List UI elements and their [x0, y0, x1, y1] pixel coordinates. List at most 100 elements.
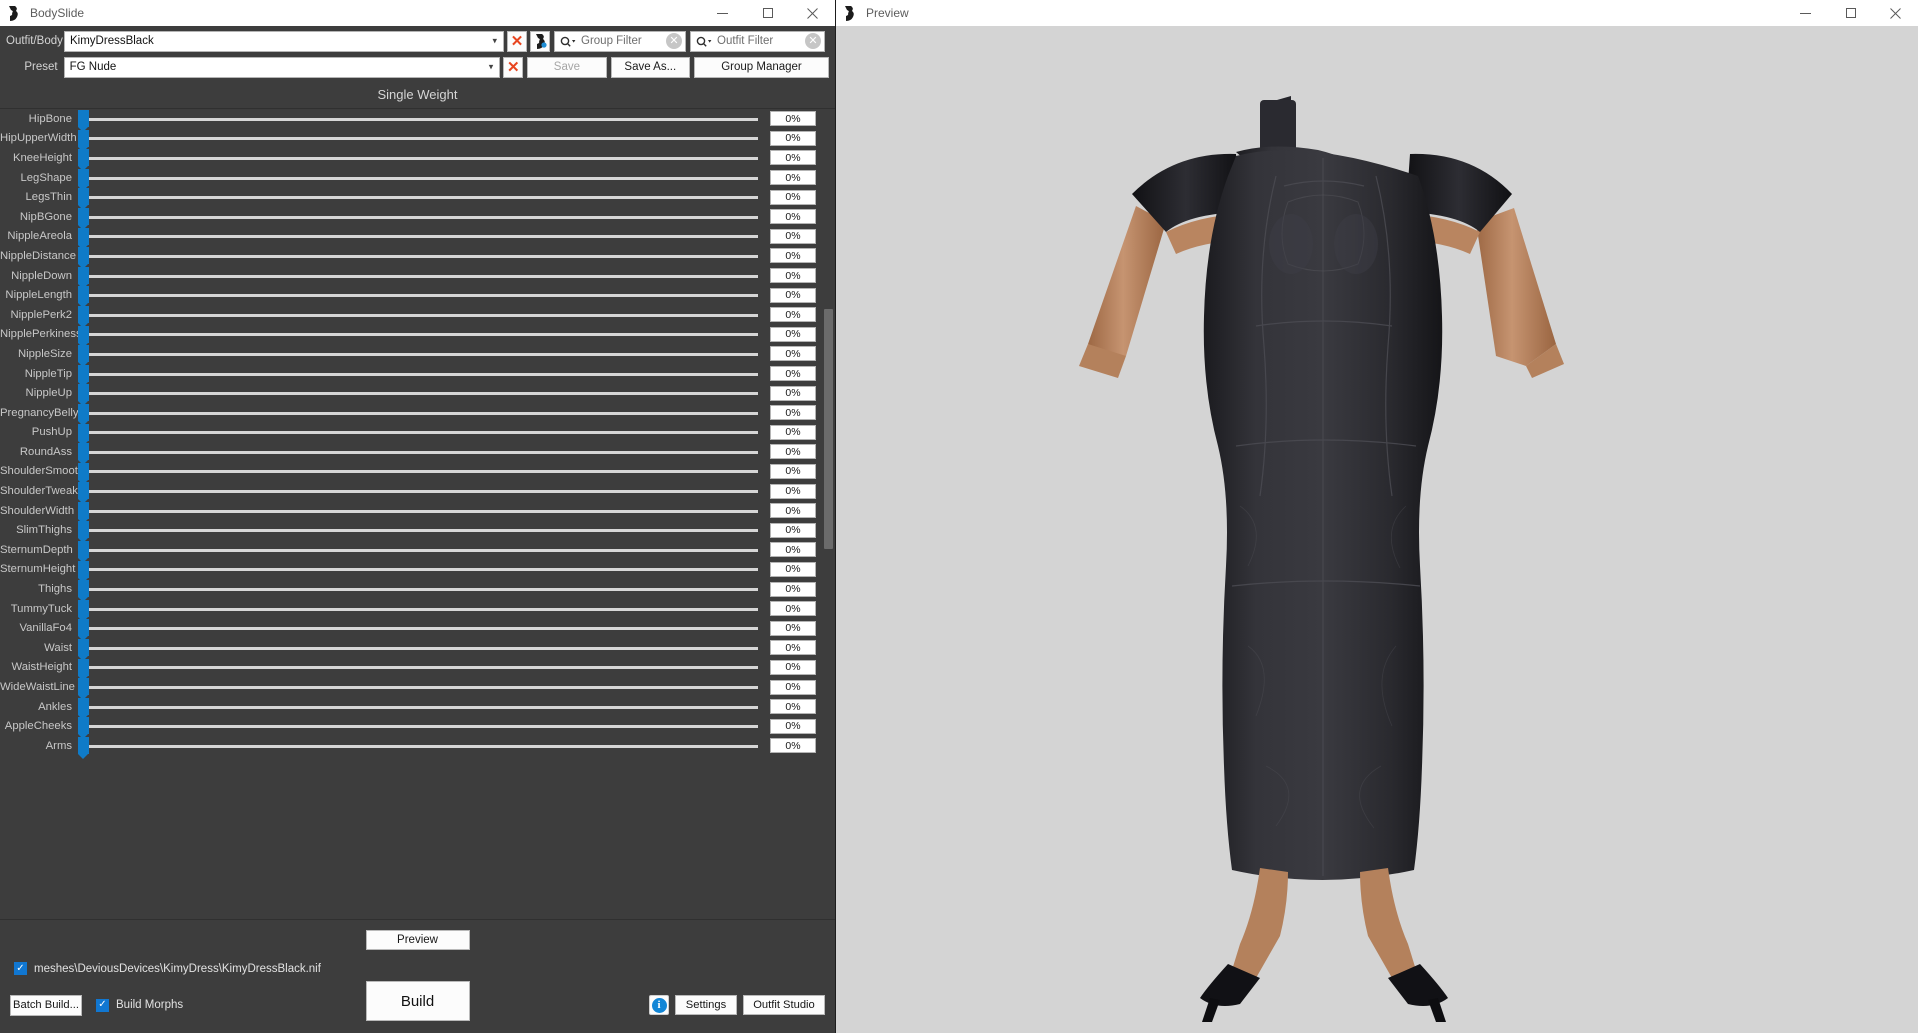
- batch-build-button[interactable]: Batch Build...: [10, 994, 82, 1016]
- slider-value-input[interactable]: 0%: [770, 287, 816, 303]
- minimize-button[interactable]: [700, 0, 745, 26]
- slider-handle[interactable]: [78, 403, 89, 426]
- slider-handle[interactable]: [78, 129, 89, 152]
- slider-handle[interactable]: [78, 482, 89, 505]
- slider-track[interactable]: [78, 481, 766, 505]
- slider-value-input[interactable]: 0%: [770, 405, 816, 421]
- slider-value-input[interactable]: 0%: [770, 659, 816, 675]
- slider-value-input[interactable]: 0%: [770, 581, 816, 597]
- clear-circle-icon[interactable]: ✕: [805, 33, 821, 49]
- slider-value-input[interactable]: 0%: [770, 366, 816, 382]
- slider-value-input[interactable]: 0%: [770, 699, 816, 715]
- slider-scrollbar[interactable]: [822, 109, 835, 919]
- slider-value-input[interactable]: 0%: [770, 130, 816, 146]
- slider-value-input[interactable]: 0%: [770, 346, 816, 362]
- slider-handle[interactable]: [78, 207, 89, 230]
- slider-handle[interactable]: [78, 227, 89, 250]
- slider-value-input[interactable]: 0%: [770, 424, 816, 440]
- slider-track[interactable]: [78, 520, 766, 544]
- slider-value-input[interactable]: 0%: [770, 738, 816, 754]
- slider-handle[interactable]: [78, 541, 89, 564]
- slider-track[interactable]: [78, 423, 766, 446]
- slider-handle[interactable]: [78, 345, 89, 368]
- slider-handle[interactable]: [78, 599, 89, 622]
- slider-track[interactable]: [78, 736, 766, 759]
- slider-track[interactable]: [78, 168, 766, 191]
- slider-track[interactable]: [78, 129, 766, 152]
- slider-handle[interactable]: [78, 423, 89, 446]
- slider-track[interactable]: [78, 677, 766, 701]
- minimize-button[interactable]: [1783, 0, 1828, 26]
- slider-value-input[interactable]: 0%: [770, 228, 816, 244]
- slider-track[interactable]: [78, 187, 766, 211]
- maximize-button[interactable]: [745, 0, 790, 26]
- slider-track[interactable]: [78, 246, 766, 270]
- slider-value-input[interactable]: 0%: [770, 542, 816, 558]
- slider-value-input[interactable]: 0%: [770, 385, 816, 401]
- slider-track[interactable]: [78, 207, 766, 230]
- slider-value-input[interactable]: 0%: [770, 307, 816, 323]
- preset-clear-button[interactable]: ✕: [503, 56, 524, 78]
- slider-handle[interactable]: [78, 286, 89, 309]
- close-button[interactable]: [790, 0, 835, 26]
- slider-track[interactable]: [78, 716, 766, 740]
- slider-handle[interactable]: [78, 305, 89, 328]
- slider-track[interactable]: [78, 403, 766, 426]
- slider-handle[interactable]: [78, 110, 89, 132]
- mesh-file-checkbox[interactable]: ✓: [14, 962, 27, 975]
- slider-handle[interactable]: [78, 384, 89, 407]
- slider-value-input[interactable]: 0%: [770, 189, 816, 205]
- slider-handle[interactable]: [78, 619, 89, 642]
- slider-value-input[interactable]: 0%: [770, 444, 816, 460]
- settings-button[interactable]: Settings: [675, 995, 737, 1015]
- slider-value-input[interactable]: 0%: [770, 718, 816, 734]
- build-button[interactable]: Build: [365, 981, 470, 1021]
- slider-handle[interactable]: [78, 501, 89, 524]
- slider-value-input[interactable]: 0%: [770, 248, 816, 264]
- slider-track[interactable]: [78, 305, 766, 328]
- slider-handle[interactable]: [78, 717, 89, 740]
- slider-handle[interactable]: [78, 325, 89, 348]
- save-as-button[interactable]: Save As...: [610, 56, 690, 78]
- slider-handle[interactable]: [78, 168, 89, 191]
- slider-handle[interactable]: [78, 639, 89, 662]
- group-filter-input[interactable]: Group Filter ✕: [554, 30, 686, 52]
- slider-handle[interactable]: [78, 266, 89, 289]
- clear-circle-icon[interactable]: ✕: [666, 33, 682, 49]
- slider-value-input[interactable]: 0%: [770, 601, 816, 617]
- slider-handle[interactable]: [78, 521, 89, 544]
- outfit-studio-button[interactable]: Outfit Studio: [743, 995, 825, 1015]
- slider-value-input[interactable]: 0%: [770, 522, 816, 538]
- slider-value-input[interactable]: 0%: [770, 463, 816, 479]
- slider-track[interactable]: [78, 697, 766, 720]
- save-button[interactable]: Save: [527, 56, 607, 78]
- slider-track[interactable]: [78, 227, 766, 250]
- slider-handle[interactable]: [78, 247, 89, 270]
- slider-track[interactable]: [78, 266, 766, 289]
- slider-track[interactable]: [78, 638, 766, 662]
- outfit-choose-button[interactable]: [530, 30, 550, 52]
- outfit-body-combo[interactable]: KimyDressBlack ▾: [64, 30, 504, 52]
- outfit-clear-button[interactable]: ✕: [507, 30, 527, 52]
- slider-scrollbar-thumb[interactable]: [824, 309, 833, 549]
- slider-track[interactable]: [78, 540, 766, 564]
- preview-button[interactable]: Preview: [365, 930, 470, 950]
- slider-track[interactable]: [78, 442, 766, 466]
- slider-track[interactable]: [78, 325, 766, 348]
- slider-track[interactable]: [78, 109, 766, 132]
- slider-value-input[interactable]: 0%: [770, 268, 816, 284]
- build-morphs-checkbox[interactable]: ✓: [96, 998, 109, 1012]
- slider-track[interactable]: [78, 285, 766, 309]
- slider-track[interactable]: [78, 344, 766, 368]
- slider-track[interactable]: [78, 364, 766, 387]
- outfit-filter-input[interactable]: Outfit Filter ✕: [690, 30, 825, 52]
- slider-value-input[interactable]: 0%: [770, 503, 816, 519]
- info-button[interactable]: i: [649, 995, 669, 1015]
- slider-handle[interactable]: [78, 737, 89, 759]
- slider-handle[interactable]: [78, 149, 89, 172]
- slider-handle[interactable]: [78, 462, 89, 485]
- close-button[interactable]: [1873, 0, 1918, 26]
- slider-handle[interactable]: [78, 697, 89, 720]
- slider-value-input[interactable]: 0%: [770, 170, 816, 186]
- slider-handle[interactable]: [78, 188, 89, 211]
